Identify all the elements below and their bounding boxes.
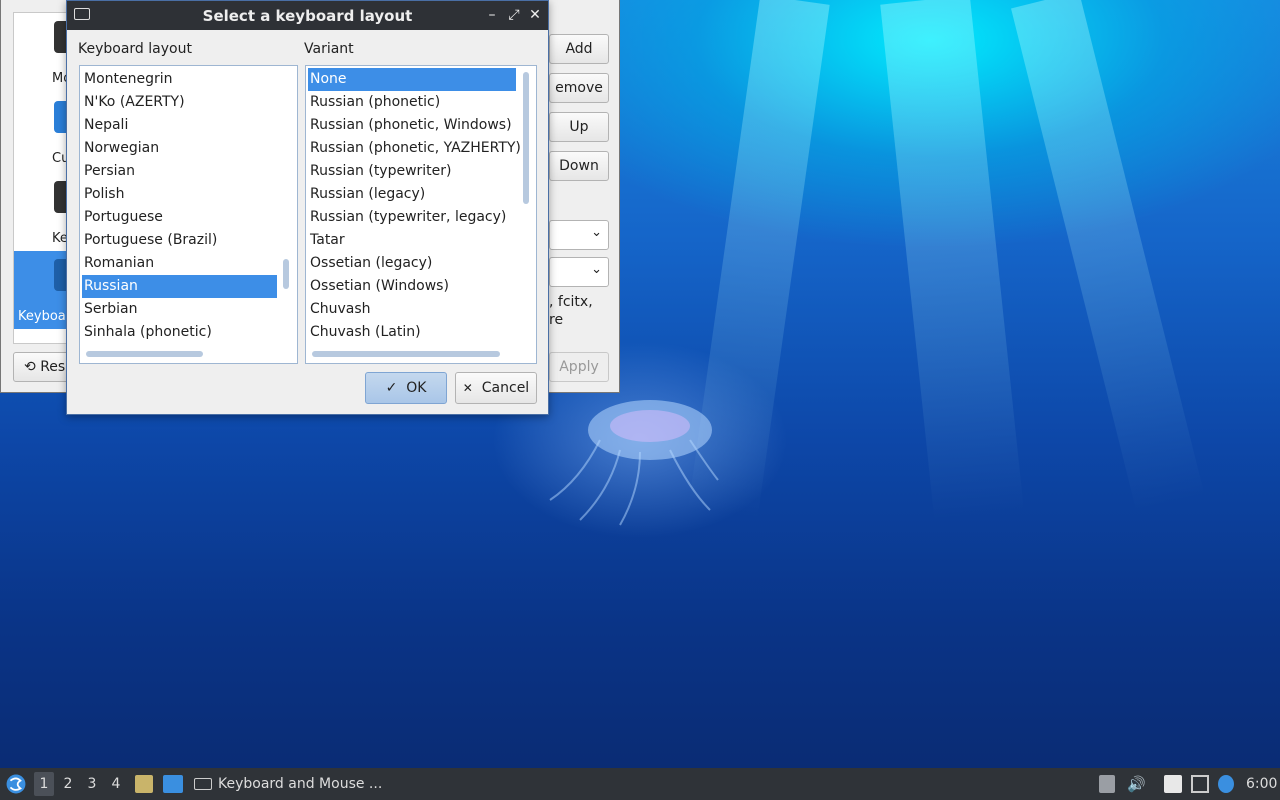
layout-list-item[interactable]: Serbian	[82, 298, 277, 321]
variant-list-item[interactable]: Russian (typewriter)	[308, 160, 516, 183]
variant-list-item[interactable]: Russian (phonetic, Windows)	[308, 114, 516, 137]
layout-list-item[interactable]: Montenegrin	[82, 68, 277, 91]
move-up-button[interactable]: Up	[549, 112, 609, 142]
layout-list-h-scrollbar[interactable]	[86, 351, 203, 357]
close-button[interactable]: ✕	[526, 5, 544, 25]
undo-icon: ⟲	[24, 359, 36, 375]
sidebar-item-keyboard[interactable]: Key	[14, 173, 74, 251]
layout-list-item[interactable]: Portuguese (Brazil)	[82, 229, 277, 252]
layout-list-item[interactable]: Sinhala (phonetic)	[82, 321, 277, 344]
ok-button[interactable]: ✓ OK	[365, 372, 447, 404]
variant-list-item[interactable]: None	[308, 68, 516, 91]
layout-column-label: Keyboard layout	[78, 41, 192, 57]
info-text: re	[549, 312, 564, 328]
maximize-button[interactable]: ⤢	[505, 5, 523, 25]
move-down-button[interactable]: Down	[549, 151, 609, 181]
minimize-button[interactable]: –	[483, 5, 501, 25]
volume-icon[interactable]: 🔊	[1127, 775, 1146, 793]
keyboard-icon	[194, 778, 212, 790]
network-icon[interactable]	[1191, 775, 1209, 793]
variant-list-h-scrollbar[interactable]	[312, 351, 500, 357]
layout-list-item[interactable]: Nepali	[82, 114, 277, 137]
layout-list-item[interactable]: Romanian	[82, 252, 277, 275]
notification-icon[interactable]	[1218, 775, 1234, 793]
select-keyboard-layout-dialog: Select a keyboard layout – ⤢ ✕ Keyboard …	[66, 0, 549, 415]
eject-icon[interactable]	[1099, 775, 1115, 793]
file-manager-icon[interactable]	[135, 775, 153, 793]
layout-list-item[interactable]: Portuguese	[82, 206, 277, 229]
layout-list-item[interactable]: Polish	[82, 183, 277, 206]
info-text: , fcitx,	[549, 294, 593, 310]
dialog-titlebar[interactable]: Select a keyboard layout – ⤢ ✕	[67, 1, 548, 30]
sidebar-item-label: Keyboa	[18, 309, 66, 324]
start-menu-icon[interactable]	[6, 774, 26, 794]
variant-list-item[interactable]: Russian (phonetic, YAZHERTY)	[308, 137, 521, 160]
switch-key-combo[interactable]: ⌄	[549, 220, 609, 250]
workspace-1[interactable]: 1	[34, 772, 54, 796]
sidebar-item-cursor[interactable]: Cu	[14, 93, 74, 171]
chevron-down-icon: ⌄	[591, 262, 602, 277]
light-ray	[1011, 0, 1205, 514]
variant-list-item[interactable]: Tatar	[308, 229, 516, 252]
close-icon: ✕	[462, 381, 473, 395]
variant-list-item[interactable]: Ossetian (legacy)	[308, 252, 516, 275]
variant-list-item[interactable]: Russian (typewriter, legacy)	[308, 206, 516, 229]
workspace-3[interactable]: 3	[82, 776, 102, 792]
model-combo[interactable]: ⌄	[549, 257, 609, 287]
variant-list-item[interactable]: Chuvash	[308, 298, 516, 321]
sidebar-item-mouse[interactable]: Mo	[14, 13, 74, 91]
layout-list-item[interactable]: Norwegian	[82, 137, 277, 160]
light-ray	[880, 0, 1025, 522]
taskbar-task-keyboard-and-mouse[interactable]: Keyboard and Mouse ...	[194, 768, 382, 800]
layout-list-item[interactable]: N'Ko (AZERTY)	[82, 91, 277, 114]
layout-list-item[interactable]: Russian	[82, 275, 277, 298]
dialog-title: Select a keyboard layout	[202, 7, 413, 25]
reset-button[interactable]: ⟲ Res	[13, 352, 73, 382]
jellyfish-wallpaper	[549, 400, 719, 526]
variant-list-item[interactable]: Ossetian (Windows)	[308, 275, 516, 298]
variant-column-label: Variant	[304, 41, 354, 57]
clock[interactable]: 6:00	[1246, 768, 1277, 800]
add-button[interactable]: Add	[549, 34, 609, 64]
taskbar: 1 2 3 4 Keyboard and Mouse ... 🔊 6:00	[0, 768, 1280, 800]
workspace-4[interactable]: 4	[106, 776, 126, 792]
sidebar-item-keyboard-layout[interactable]: Keyboa	[14, 251, 74, 329]
variant-list-scrollbar[interactable]	[523, 72, 529, 204]
variant-list-item[interactable]: Russian (legacy)	[308, 183, 516, 206]
variant-list-item[interactable]: Chuvash (Latin)	[308, 321, 516, 344]
layout-list-item[interactable]: Persian	[82, 160, 277, 183]
cancel-button[interactable]: ✕ Cancel	[455, 372, 537, 404]
layout-list[interactable]: Montenegrin N'Ko (AZERTY) Nepali Norwegian P…	[79, 65, 298, 364]
variant-list-item[interactable]: Russian (phonetic)	[308, 91, 516, 114]
workspace-2[interactable]: 2	[58, 776, 78, 792]
layout-list-scrollbar[interactable]	[283, 259, 289, 289]
apply-button[interactable]: Apply	[549, 352, 609, 382]
clipboard-icon[interactable]	[1164, 775, 1182, 793]
chevron-down-icon: ⌄	[591, 225, 602, 240]
desktop-icon[interactable]	[163, 775, 183, 793]
variant-list[interactable]: None Russian (phonetic) Russian (phonetic,…	[305, 65, 537, 364]
checkmark-icon: ✓	[385, 380, 398, 396]
remove-button[interactable]: emove	[549, 73, 609, 103]
